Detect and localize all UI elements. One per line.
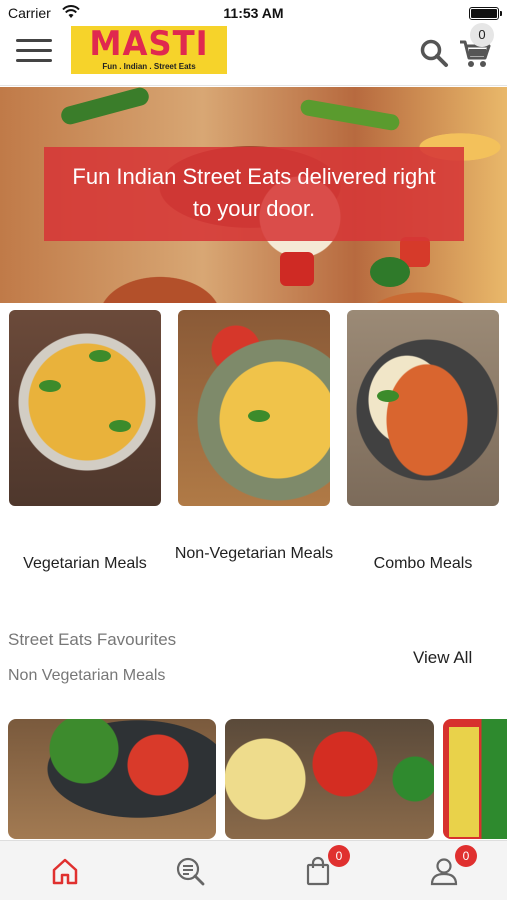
- profile-count-badge: 0: [455, 845, 477, 867]
- category-vegetarian[interactable]: Vegetarian Meals: [9, 310, 161, 572]
- category-label-vegetarian: Vegetarian Meals: [23, 555, 147, 572]
- category-label-combo: Combo Meals: [373, 555, 473, 572]
- app-header: MASTI Fun . Indian . Street Eats 0: [0, 23, 507, 86]
- status-bar: Carrier 11:53 AM: [0, 0, 507, 26]
- battery-icon: [469, 7, 502, 20]
- menu-icon[interactable]: [16, 39, 52, 65]
- category-non-vegetarian[interactable]: Non-Vegetarian Meals: [175, 310, 333, 562]
- search-list-icon[interactable]: [174, 855, 206, 887]
- category-image-combo: [347, 310, 499, 506]
- category-label-non-vegetarian: Non-Vegetarian Meals: [174, 545, 334, 562]
- home-icon[interactable]: [49, 855, 81, 887]
- clock: 11:53 AM: [223, 5, 284, 21]
- category-image-vegetarian: [9, 310, 161, 506]
- search-icon[interactable]: [419, 38, 449, 68]
- product-card[interactable]: [225, 719, 434, 839]
- bag-count-badge: 0: [328, 845, 350, 867]
- hero-banner[interactable]: Fun Indian Street Eats delivered right t…: [0, 87, 507, 303]
- brand-logo[interactable]: MASTI Fun . Indian . Street Eats: [71, 26, 227, 74]
- section-subtitle: Non Vegetarian Meals: [8, 667, 166, 684]
- product-card[interactable]: [443, 719, 507, 839]
- category-combo[interactable]: Combo Meals: [347, 310, 499, 572]
- product-card[interactable]: [8, 719, 216, 839]
- view-all-link[interactable]: View All: [413, 648, 472, 668]
- bottom-tab-bar: 0 0: [0, 840, 507, 900]
- hero-overlay: Fun Indian Street Eats delivered right t…: [44, 147, 464, 241]
- hero-text: Fun Indian Street Eats delivered right t…: [72, 164, 436, 221]
- category-image-non-vegetarian: [178, 310, 330, 506]
- cart-count-badge: 0: [470, 23, 494, 47]
- section-title: Street Eats Favourites: [8, 630, 177, 649]
- logo-text: MASTI: [89, 26, 209, 64]
